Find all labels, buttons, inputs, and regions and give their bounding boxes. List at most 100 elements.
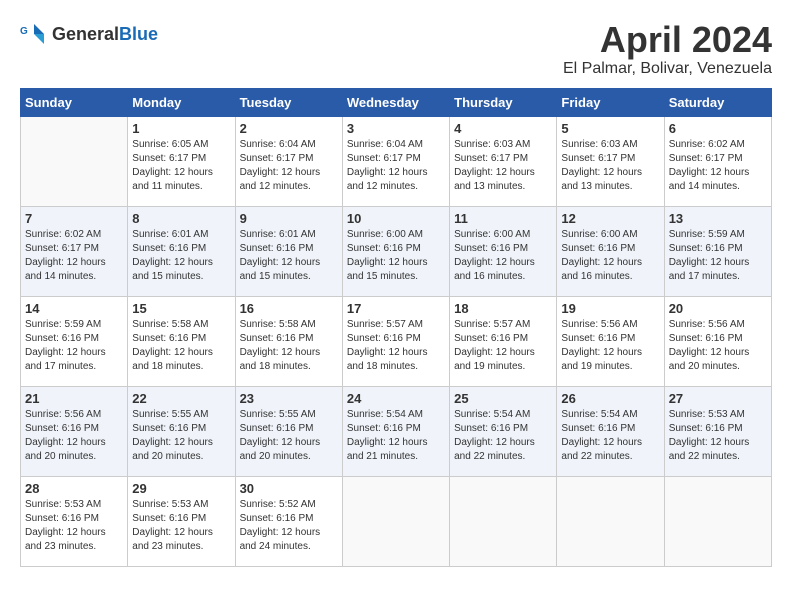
calendar-cell: 7 Sunrise: 6:02 AMSunset: 6:17 PMDaylight… [21, 206, 128, 296]
calendar-cell: 12Sunrise: 6:00 AMSunset: 6:16 PMDayligh… [557, 206, 664, 296]
calendar-cell: 6 Sunrise: 6:02 AMSunset: 6:17 PMDaylight… [664, 116, 771, 206]
day-info: Sunrise: 5:55 AMSunset: 6:16 PMDaylight:… [132, 408, 230, 464]
calendar-cell: 15 Sunrise: 5:58 AMSunset: 6:16 PMDayligh… [128, 296, 235, 386]
header: G GeneralBlue April 2024 El Palmar, Boli… [20, 20, 772, 78]
day-info: Sunrise: 5:53 AMSunset: 6:16 PMDaylight:… [132, 498, 230, 554]
main-title: April 2024 [563, 20, 772, 60]
day-info: Sunrise: 6:02 AMSunset: 6:17 PMDaylight:… [669, 138, 767, 194]
calendar-table: SundayMondayTuesdayWednesdayThursdayFrid… [20, 88, 772, 567]
day-info: Sunrise: 6:03 AMSunset: 6:17 PMDaylight:… [454, 138, 552, 194]
day-number: 30 [240, 481, 338, 496]
logo-general: General [52, 24, 119, 44]
day-number: 28 [25, 481, 123, 496]
day-info: Sunrise: 6:04 AMSunset: 6:17 PMDaylight:… [347, 138, 445, 194]
day-number: 25 [454, 391, 552, 406]
calendar-cell: 27 Sunrise: 5:53 AMSunset: 6:16 PMDayligh… [664, 386, 771, 476]
calendar-cell: 25 Sunrise: 5:54 AMSunset: 6:16 PMDayligh… [450, 386, 557, 476]
calendar-cell: 22Sunrise: 5:55 AMSunset: 6:16 PMDayligh… [128, 386, 235, 476]
day-info: Sunrise: 6:05 AMSunset: 6:17 PMDaylight:… [132, 138, 230, 194]
day-number: 26 [561, 391, 659, 406]
day-number: 27 [669, 391, 767, 406]
day-number: 10 [347, 211, 445, 226]
header-sunday: Sunday [21, 88, 128, 116]
calendar-cell: 30 Sunrise: 5:52 AMSunset: 6:16 PMDayligh… [235, 476, 342, 566]
day-number: 12 [561, 211, 659, 226]
day-info: Sunrise: 5:58 AMSunset: 6:16 PMDaylight:… [132, 318, 230, 374]
calendar-cell: 4Sunrise: 6:03 AMSunset: 6:17 PMDaylight… [450, 116, 557, 206]
day-number: 1 [132, 121, 230, 136]
calendar-cell: 18Sunrise: 5:57 AMSunset: 6:16 PMDayligh… [450, 296, 557, 386]
day-number: 15 [132, 301, 230, 316]
calendar-cell: 13Sunrise: 5:59 AMSunset: 6:16 PMDayligh… [664, 206, 771, 296]
calendar-cell [21, 116, 128, 206]
day-info: Sunrise: 5:56 AMSunset: 6:16 PMDaylight:… [669, 318, 767, 374]
day-info: Sunrise: 6:03 AMSunset: 6:17 PMDaylight:… [561, 138, 659, 194]
subtitle: El Palmar, Bolivar, Venezuela [563, 60, 772, 78]
calendar-cell: 1 Sunrise: 6:05 AMSunset: 6:17 PMDaylight… [128, 116, 235, 206]
day-number: 11 [454, 211, 552, 226]
logo-icon: G [20, 20, 48, 48]
day-number: 16 [240, 301, 338, 316]
header-tuesday: Tuesday [235, 88, 342, 116]
calendar-cell: 5 Sunrise: 6:03 AMSunset: 6:17 PMDaylight… [557, 116, 664, 206]
calendar-cell: 8 Sunrise: 6:01 AMSunset: 6:16 PMDaylight… [128, 206, 235, 296]
calendar-cell [664, 476, 771, 566]
day-info: Sunrise: 6:00 AMSunset: 6:16 PMDaylight:… [347, 228, 445, 284]
day-number: 18 [454, 301, 552, 316]
header-monday: Monday [128, 88, 235, 116]
day-number: 17 [347, 301, 445, 316]
calendar-cell: 21 Sunrise: 5:56 AMSunset: 6:16 PMDayligh… [21, 386, 128, 476]
calendar-cell: 23 Sunrise: 5:55 AMSunset: 6:16 PMDayligh… [235, 386, 342, 476]
calendar-cell: 26 Sunrise: 5:54 AMSunset: 6:16 PMDayligh… [557, 386, 664, 476]
day-info: Sunrise: 5:54 AMSunset: 6:16 PMDaylight:… [454, 408, 552, 464]
calendar-cell: 11 Sunrise: 6:00 AMSunset: 6:16 PMDayligh… [450, 206, 557, 296]
header-wednesday: Wednesday [342, 88, 449, 116]
header-friday: Friday [557, 88, 664, 116]
day-info: Sunrise: 5:59 AMSunset: 6:16 PMDaylight:… [25, 318, 123, 374]
day-info: Sunrise: 5:53 AMSunset: 6:16 PMDaylight:… [25, 498, 123, 554]
day-number: 3 [347, 121, 445, 136]
calendar-cell: 17Sunrise: 5:57 AMSunset: 6:16 PMDayligh… [342, 296, 449, 386]
header-thursday: Thursday [450, 88, 557, 116]
day-number: 7 [25, 211, 123, 226]
calendar-cell [557, 476, 664, 566]
day-number: 29 [132, 481, 230, 496]
day-number: 13 [669, 211, 767, 226]
calendar-cell [342, 476, 449, 566]
day-number: 19 [561, 301, 659, 316]
week-row-1: 7 Sunrise: 6:02 AMSunset: 6:17 PMDaylight… [21, 206, 772, 296]
calendar-cell: 10 Sunrise: 6:00 AMSunset: 6:16 PMDayligh… [342, 206, 449, 296]
week-row-0: 1 Sunrise: 6:05 AMSunset: 6:17 PMDaylight… [21, 116, 772, 206]
calendar-cell: 16 Sunrise: 5:58 AMSunset: 6:16 PMDayligh… [235, 296, 342, 386]
day-number: 9 [240, 211, 338, 226]
week-row-4: 28 Sunrise: 5:53 AMSunset: 6:16 PMDayligh… [21, 476, 772, 566]
week-row-2: 14 Sunrise: 5:59 AMSunset: 6:16 PMDayligh… [21, 296, 772, 386]
day-info: Sunrise: 6:04 AMSunset: 6:17 PMDaylight:… [240, 138, 338, 194]
day-info: Sunrise: 5:52 AMSunset: 6:16 PMDaylight:… [240, 498, 338, 554]
day-number: 24 [347, 391, 445, 406]
day-info: Sunrise: 5:58 AMSunset: 6:16 PMDaylight:… [240, 318, 338, 374]
day-number: 8 [132, 211, 230, 226]
day-info: Sunrise: 6:01 AMSunset: 6:16 PMDaylight:… [240, 228, 338, 284]
day-number: 21 [25, 391, 123, 406]
header-saturday: Saturday [664, 88, 771, 116]
day-number: 6 [669, 121, 767, 136]
day-info: Sunrise: 6:01 AMSunset: 6:16 PMDaylight:… [132, 228, 230, 284]
day-info: Sunrise: 6:00 AMSunset: 6:16 PMDaylight:… [454, 228, 552, 284]
calendar-cell [450, 476, 557, 566]
calendar-cell: 29 Sunrise: 5:53 AMSunset: 6:16 PMDayligh… [128, 476, 235, 566]
day-info: Sunrise: 5:53 AMSunset: 6:16 PMDaylight:… [669, 408, 767, 464]
calendar-cell: 3 Sunrise: 6:04 AMSunset: 6:17 PMDaylight… [342, 116, 449, 206]
calendar-cell: 2Sunrise: 6:04 AMSunset: 6:17 PMDaylight… [235, 116, 342, 206]
calendar-header-row: SundayMondayTuesdayWednesdayThursdayFrid… [21, 88, 772, 116]
calendar-cell: 14 Sunrise: 5:59 AMSunset: 6:16 PMDayligh… [21, 296, 128, 386]
day-number: 5 [561, 121, 659, 136]
calendar-cell: 28 Sunrise: 5:53 AMSunset: 6:16 PMDayligh… [21, 476, 128, 566]
day-number: 23 [240, 391, 338, 406]
day-info: Sunrise: 6:02 AMSunset: 6:17 PMDaylight:… [25, 228, 123, 284]
day-info: Sunrise: 5:56 AMSunset: 6:16 PMDaylight:… [25, 408, 123, 464]
day-info: Sunrise: 5:55 AMSunset: 6:16 PMDaylight:… [240, 408, 338, 464]
day-number: 14 [25, 301, 123, 316]
day-info: Sunrise: 5:54 AMSunset: 6:16 PMDaylight:… [561, 408, 659, 464]
week-row-3: 21 Sunrise: 5:56 AMSunset: 6:16 PMDayligh… [21, 386, 772, 476]
